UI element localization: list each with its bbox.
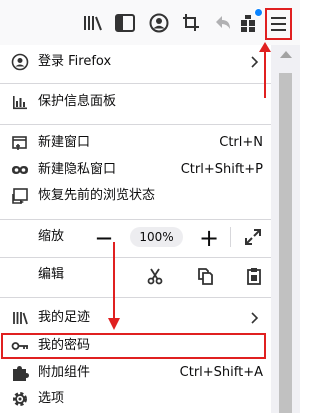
fullscreen-icon[interactable] xyxy=(244,228,262,246)
sidebar-icon[interactable] xyxy=(112,10,138,36)
zoom-in-button[interactable]: + xyxy=(196,225,222,251)
menu-item-zoom: 缩放 — 100% + xyxy=(0,224,271,251)
shortcut-label: Ctrl+N xyxy=(219,135,263,150)
menu-item-restore-session[interactable]: 恢复先前的浏览状态 xyxy=(0,183,271,210)
menu-item-protections[interactable]: 保护信息面板 xyxy=(0,89,271,116)
paste-icon[interactable] xyxy=(246,267,262,285)
extensions-icon[interactable] xyxy=(236,8,263,36)
menu-item-options[interactable]: 选项 xyxy=(0,386,271,413)
library-icon xyxy=(11,309,29,327)
separator xyxy=(0,219,271,220)
menu-item-label: 选项 xyxy=(38,391,65,406)
zoom-reset-button[interactable]: 100% xyxy=(130,227,183,247)
menu-item-label: 我的足迹 xyxy=(38,310,91,325)
library-icon[interactable] xyxy=(80,10,106,36)
menu-item-new-window[interactable]: 新建窗口 Ctrl+N xyxy=(0,130,271,157)
annotation-arrow-icon xyxy=(259,42,271,98)
puzzle-piece-icon xyxy=(11,364,29,382)
separator xyxy=(0,257,271,258)
divider xyxy=(230,227,231,247)
copy-icon[interactable] xyxy=(197,267,213,285)
dashboard-chart-icon xyxy=(11,93,29,111)
hamburger-menu-button[interactable] xyxy=(265,8,292,40)
menu-item-label: 新建窗口 xyxy=(38,135,91,150)
account-icon xyxy=(11,53,29,71)
shortcut-label: Ctrl+Shift+P xyxy=(180,162,263,177)
menu-item-label: 恢复先前的浏览状态 xyxy=(38,188,156,203)
notification-badge xyxy=(254,8,263,17)
passwords-highlight-box xyxy=(1,333,266,359)
menu-item-library[interactable]: 我的足迹 xyxy=(0,305,271,332)
undo-icon[interactable] xyxy=(210,10,236,36)
menu-item-label: 新建隐私窗口 xyxy=(38,162,117,177)
zoom-label: 缩放 xyxy=(38,229,65,244)
menu-item-label: 登录 Firefox xyxy=(38,54,112,69)
separator xyxy=(0,83,271,84)
menu-item-sign-in[interactable]: 登录 Firefox xyxy=(0,49,271,76)
annotation-arrow-icon xyxy=(108,242,120,330)
scroll-thumb[interactable] xyxy=(279,73,292,413)
toolbar xyxy=(0,0,300,45)
new-window-icon xyxy=(11,134,29,152)
menu-item-edit: 编辑 xyxy=(0,262,271,289)
private-mask-icon xyxy=(11,161,29,179)
hamburger-menu-icon xyxy=(271,17,286,31)
edit-label: 编辑 xyxy=(38,267,65,282)
menu-item-new-private-window[interactable]: 新建隐私窗口 Ctrl+Shift+P xyxy=(0,157,271,184)
menu-item-addons[interactable]: 附加组件 Ctrl+Shift+A xyxy=(0,360,271,387)
separator xyxy=(0,124,271,125)
menu-item-label: 附加组件 xyxy=(38,365,91,380)
screenshot-crop-icon[interactable] xyxy=(178,10,204,36)
account-icon[interactable] xyxy=(146,10,172,36)
menu-item-label: 保护信息面板 xyxy=(38,94,117,109)
separator xyxy=(0,297,271,298)
scroll-up-arrow-icon[interactable] xyxy=(280,51,292,58)
gear-icon xyxy=(11,390,29,408)
chevron-right-icon xyxy=(251,312,259,324)
scrollbar[interactable] xyxy=(271,45,300,413)
restore-session-icon xyxy=(11,187,29,205)
shortcut-label: Ctrl+Shift+A xyxy=(179,365,263,380)
cut-icon[interactable] xyxy=(147,267,163,285)
